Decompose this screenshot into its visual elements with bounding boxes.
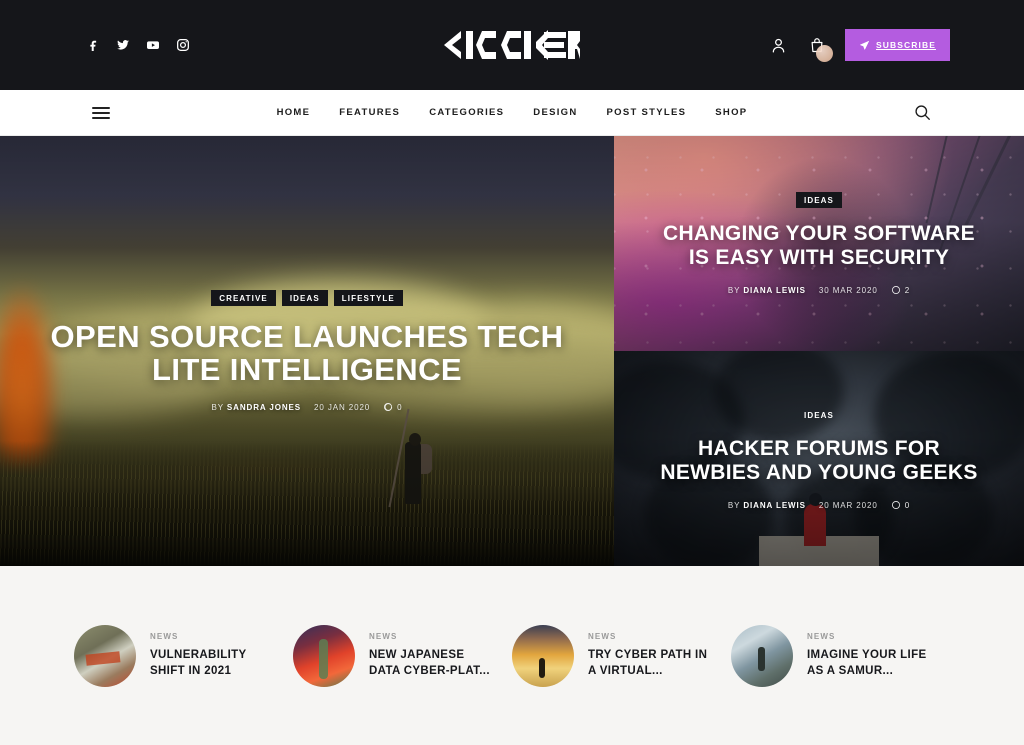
- side-2-meta: BY DIANA LEWIS 20 MAR 2020 0: [728, 500, 910, 510]
- category-tags: IDEAS: [796, 407, 842, 423]
- cart-icon[interactable]: [806, 33, 834, 62]
- side-2-title[interactable]: HACKER FORUMS FOR NEWBIES AND YOUNG GEEK…: [654, 437, 984, 484]
- latest-news-strip: NEWS VULNERABILITY SHIFT IN 2021 NEWS NE…: [0, 566, 1024, 745]
- article-thumbnail: [512, 624, 574, 687]
- subscribe-label: SUBSCRIBE: [876, 40, 936, 50]
- mouse-cursor-icon: [816, 45, 834, 62]
- article-category[interactable]: NEWS: [369, 632, 494, 641]
- article-category[interactable]: NEWS: [807, 632, 932, 641]
- instagram-icon[interactable]: [174, 36, 192, 54]
- main-navbar: HOME FEATURES CATEGORIES DESIGN POST STY…: [0, 90, 1024, 136]
- account-icon[interactable]: [767, 33, 789, 57]
- article-thumbnail: [293, 624, 355, 687]
- site-logo[interactable]: [444, 28, 580, 62]
- article-title[interactable]: VULNERABILITY SHIFT IN 2021: [150, 648, 275, 679]
- send-icon: [859, 40, 870, 50]
- nav-item-categories[interactable]: CATEGORIES: [429, 107, 504, 118]
- main-nav: HOME FEATURES CATEGORIES DESIGN POST STY…: [277, 107, 748, 118]
- publish-date: 30 MAR 2020: [818, 285, 878, 295]
- comment-icon: [891, 501, 900, 510]
- search-icon[interactable]: [913, 103, 932, 122]
- nav-item-features[interactable]: FEATURES: [339, 107, 400, 118]
- publish-date: 20 JAN 2020: [314, 402, 371, 412]
- comment-icon: [384, 403, 393, 412]
- tag-ideas[interactable]: IDEAS: [281, 289, 328, 306]
- by-label: BY: [211, 402, 224, 412]
- by-label: BY: [727, 500, 741, 510]
- list-item[interactable]: NEWS NEW JAPANESE DATA CYBER-PLAT...: [293, 624, 512, 687]
- featured-article-side-1[interactable]: IDEAS CHANGING YOUR SOFTWARE IS EASY WIT…: [614, 136, 1024, 351]
- tag-creative[interactable]: CREATIVE: [211, 289, 276, 306]
- nav-item-shop[interactable]: SHOP: [715, 107, 747, 118]
- by-label: BY: [727, 285, 741, 295]
- featured-main-overlay: CREATIVE IDEAS LIFESTYLE OPEN SOURCE LAU…: [0, 136, 614, 566]
- hero-section: CREATIVE IDEAS LIFESTYLE OPEN SOURCE LAU…: [0, 136, 1024, 566]
- comment-count-value: 2: [904, 285, 911, 295]
- side-1-overlay: IDEAS CHANGING YOUR SOFTWARE IS EASY WIT…: [614, 136, 1024, 351]
- side-1-meta: BY DIANA LEWIS 30 MAR 2020 2: [728, 285, 910, 295]
- comment-count[interactable]: 2: [891, 285, 910, 295]
- comment-icon: [891, 286, 900, 295]
- author-name[interactable]: DIANA LEWIS: [743, 501, 806, 510]
- featured-main-meta: BY SANDRA JONES 20 JAN 2020 0: [211, 402, 402, 412]
- article-category[interactable]: NEWS: [150, 632, 275, 641]
- side-1-title[interactable]: CHANGING YOUR SOFTWARE IS EASY WITH SECU…: [654, 222, 984, 269]
- article-thumbnail: [731, 624, 793, 687]
- tag-lifestyle[interactable]: LIFESTYLE: [333, 289, 403, 306]
- nav-item-design[interactable]: DESIGN: [533, 107, 577, 118]
- nav-item-post-styles[interactable]: POST STYLES: [607, 107, 687, 118]
- list-item[interactable]: NEWS IMAGINE YOUR LIFE AS A SAMUR...: [731, 624, 950, 687]
- category-tags: CREATIVE IDEAS LIFESTYLE: [211, 289, 403, 306]
- facebook-icon[interactable]: [84, 36, 102, 54]
- featured-side-column: IDEAS CHANGING YOUR SOFTWARE IS EASY WIT…: [614, 136, 1024, 566]
- list-item[interactable]: NEWS VULNERABILITY SHIFT IN 2021: [74, 624, 293, 687]
- featured-main-title[interactable]: OPEN SOURCE LAUNCHES TECH LITE INTELLIGE…: [47, 319, 567, 387]
- author-name[interactable]: SANDRA JONES: [227, 403, 301, 412]
- article-category[interactable]: NEWS: [588, 632, 713, 641]
- comment-count-value: 0: [904, 500, 911, 510]
- youtube-icon[interactable]: [144, 36, 162, 54]
- publish-date: 20 MAR 2020: [818, 500, 878, 510]
- featured-article-side-2[interactable]: IDEAS HACKER FORUMS FOR NEWBIES AND YOUN…: [614, 351, 1024, 566]
- top-bar-actions: SUBSCRIBE: [767, 29, 950, 62]
- comment-count-value: 0: [397, 402, 403, 412]
- nav-item-home[interactable]: HOME: [277, 107, 311, 118]
- article-title[interactable]: IMAGINE YOUR LIFE AS A SAMUR...: [807, 648, 932, 679]
- side-2-overlay: IDEAS HACKER FORUMS FOR NEWBIES AND YOUN…: [614, 351, 1024, 566]
- comment-count[interactable]: 0: [383, 402, 402, 412]
- subscribe-button[interactable]: SUBSCRIBE: [845, 29, 950, 61]
- hamburger-menu-icon[interactable]: [92, 106, 110, 119]
- list-item[interactable]: NEWS TRY CYBER PATH IN A VIRTUAL...: [512, 624, 731, 687]
- tag-ideas[interactable]: IDEAS: [796, 407, 842, 423]
- article-title[interactable]: NEW JAPANESE DATA CYBER-PLAT...: [369, 648, 494, 679]
- article-thumbnail: [74, 624, 136, 687]
- tag-ideas[interactable]: IDEAS: [796, 191, 842, 208]
- social-links: [84, 36, 192, 54]
- article-title[interactable]: TRY CYBER PATH IN A VIRTUAL...: [588, 648, 713, 679]
- comment-count[interactable]: 0: [891, 500, 910, 510]
- top-bar: SUBSCRIBE: [0, 0, 1024, 90]
- author-name[interactable]: DIANA LEWIS: [743, 286, 806, 295]
- twitter-icon[interactable]: [114, 36, 132, 54]
- featured-article-main[interactable]: CREATIVE IDEAS LIFESTYLE OPEN SOURCE LAU…: [0, 136, 614, 566]
- category-tags: IDEAS: [796, 191, 842, 208]
